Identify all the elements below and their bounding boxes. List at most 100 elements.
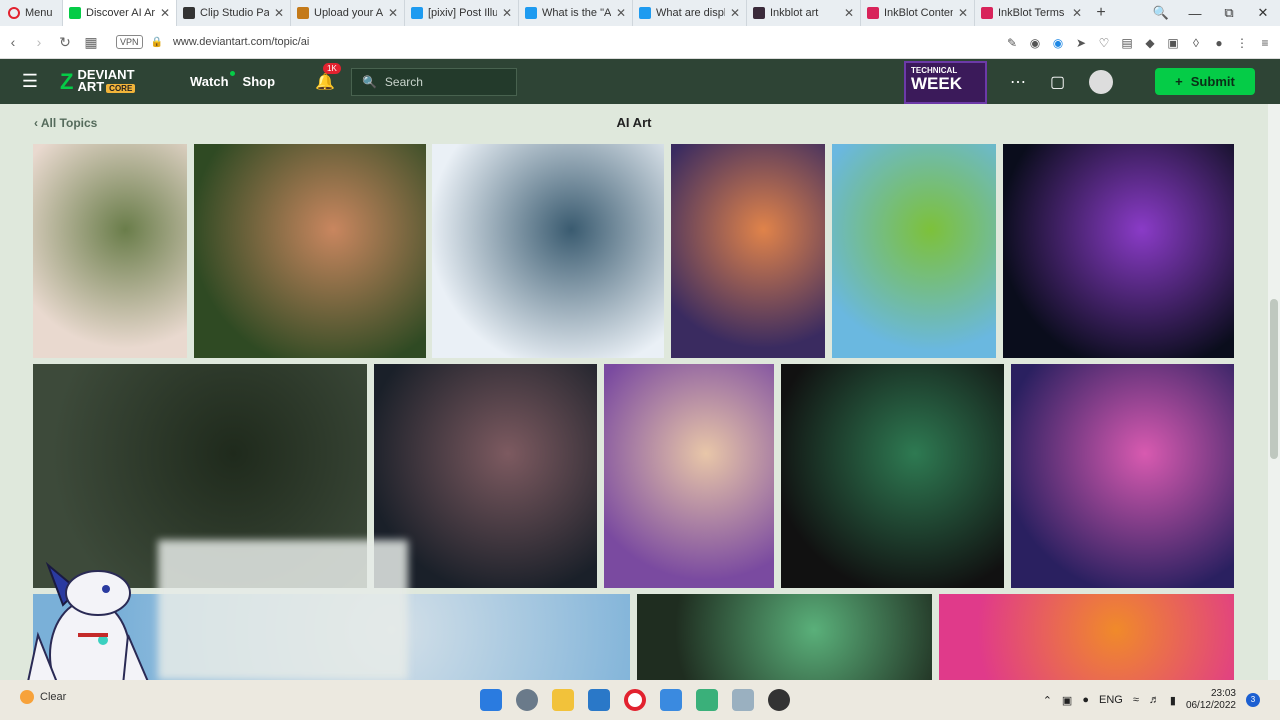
pink-glitch-art[interactable] [939, 594, 1234, 680]
snowy-mountains-art[interactable] [432, 144, 664, 358]
taskbar-apps [480, 680, 790, 720]
browser-tab[interactable]: What are displa ✕ [632, 0, 746, 26]
browser-tab[interactable]: What is the "AI ✕ [518, 0, 632, 26]
back-icon[interactable]: ‹ [0, 34, 26, 50]
tab-close-icon[interactable]: ✕ [502, 6, 512, 20]
adblock-icon[interactable]: ▣ [1166, 36, 1180, 50]
wifi-icon[interactable]: ≈ [1133, 694, 1139, 706]
tab-close-icon[interactable]: ✕ [730, 6, 740, 20]
settings-sliders-icon[interactable]: ≡ [1258, 36, 1272, 50]
tab-close-icon[interactable]: ✕ [1072, 6, 1082, 20]
more-icon[interactable]: ⋯ [1010, 72, 1026, 92]
file-explorer-icon[interactable] [552, 689, 574, 711]
sheep-girl-art[interactable] [33, 144, 187, 358]
page-title: AI Art [616, 115, 652, 130]
browser-tab[interactable]: InkBlot Content ✕ [860, 0, 974, 26]
camera-tray-icon[interactable]: ▣ [1062, 694, 1072, 707]
browser-tab[interactable]: Inkblot art ✕ [746, 0, 860, 26]
tab-label: Inkblot art [770, 7, 819, 19]
tab-label: InkBlot Content [884, 7, 953, 19]
url-field[interactable]: www.deviantart.com/topic/ai [173, 36, 309, 48]
notepad-icon[interactable] [732, 689, 754, 711]
language-indicator[interactable]: ENG [1099, 694, 1123, 706]
search-tabs-icon[interactable]: 🔍 [1144, 5, 1178, 21]
restore-button[interactable]: ⧉ [1212, 5, 1246, 21]
settings-icon[interactable] [516, 689, 538, 711]
tab-close-icon[interactable]: ✕ [958, 6, 968, 20]
app-icon[interactable] [768, 689, 790, 711]
avatar[interactable] [1089, 69, 1114, 94]
todo-icon[interactable] [660, 689, 682, 711]
notification-count-badge[interactable]: 3 [1246, 693, 1260, 707]
camera-icon[interactable]: ◉ [1028, 36, 1042, 50]
reload-icon[interactable]: ↻ [52, 34, 78, 51]
submit-label: Submit [1190, 74, 1235, 89]
windows-start-icon[interactable] [480, 689, 502, 711]
browser-menu-button[interactable]: Menu [0, 0, 62, 26]
tab-favicon-icon [297, 7, 309, 19]
search-input[interactable]: 🔍 Search [350, 67, 517, 96]
shield-check-icon[interactable]: ◉ [1051, 36, 1065, 50]
shop-link[interactable]: Shop [243, 74, 276, 89]
ring-art[interactable] [781, 364, 1004, 588]
watch-dot [229, 71, 235, 76]
smiling-girl-art[interactable] [194, 144, 426, 358]
tab-close-icon[interactable]: ✕ [388, 6, 398, 20]
green-hair-art[interactable] [637, 594, 932, 680]
weather-widget[interactable]: Clear [20, 690, 66, 704]
submit-button[interactable]: + Submit [1155, 68, 1255, 95]
battery-icon[interactable]: ▮ [1170, 694, 1176, 707]
scrollbar-thumb[interactable] [1270, 299, 1278, 459]
browser-tab[interactable]: [pixiv] Post Illus ✕ [404, 0, 518, 26]
hamburger-menu-icon[interactable]: ☰ [0, 71, 60, 92]
tab-label: InkBlot Terms o [998, 7, 1067, 19]
vpn-badge[interactable]: VPN [116, 35, 143, 49]
watch-link[interactable]: Watch [190, 71, 235, 89]
heart-icon[interactable]: ♡ [1097, 36, 1111, 50]
search-placeholder: Search [384, 74, 423, 89]
opera-icon[interactable] [624, 689, 646, 711]
clock[interactable]: 23:03 06/12/2022 [1186, 688, 1236, 712]
cottage-meadow-art[interactable] [832, 144, 996, 358]
lock-icon[interactable]: 🔒 [151, 37, 163, 48]
close-window-button[interactable]: ✕ [1246, 5, 1280, 21]
clock-time: 23:03 [1210, 688, 1236, 699]
chevron-up-icon[interactable]: ⌃ [1043, 694, 1052, 707]
tab-close-icon[interactable]: ✕ [616, 6, 626, 20]
watch-label: Watch [190, 74, 229, 89]
hooded-woman-art[interactable] [671, 144, 825, 358]
send-icon[interactable]: ➤ [1074, 36, 1088, 50]
minimize-button[interactable]: — [1178, 6, 1212, 21]
deviantart-logo[interactable]: Z DEVIANT ART CORE [60, 68, 180, 95]
easy-setup-icon[interactable]: ⋮ [1235, 36, 1249, 50]
tab-close-icon[interactable]: ✕ [160, 6, 170, 20]
tab-close-icon[interactable]: ✕ [844, 6, 854, 20]
browser-tab[interactable]: Clip Studio Paint ✕ [176, 0, 290, 26]
layers-app-icon[interactable] [696, 689, 718, 711]
dragon-art[interactable] [1003, 144, 1234, 358]
sidebar-icon[interactable]: ▤ [1120, 36, 1134, 50]
menu-label: Menu [25, 7, 53, 19]
scrollbar[interactable] [1268, 104, 1280, 680]
witch-art[interactable] [604, 364, 774, 588]
technical-week-banner[interactable]: TECHNICAL WEEK [904, 61, 987, 104]
forward-icon[interactable]: › [26, 34, 52, 50]
extension-icon[interactable]: ◆ [1143, 36, 1157, 50]
edit-icon[interactable]: ✎ [1005, 36, 1019, 50]
tabs-grid-icon[interactable]: ▦ [78, 34, 104, 51]
browser-tab[interactable]: Discover AI Art ✕ [62, 0, 176, 26]
messages-icon[interactable]: ▢ [1050, 72, 1065, 92]
volume-icon[interactable]: ♬ [1149, 694, 1160, 706]
mail-icon[interactable] [588, 689, 610, 711]
tab-favicon-icon [183, 7, 195, 19]
browser-tab[interactable]: InkBlot Terms o ✕ [974, 0, 1088, 26]
cube-icon[interactable]: ◊ [1189, 36, 1203, 50]
astronaut-art[interactable] [1011, 364, 1234, 588]
tab-close-icon[interactable]: ✕ [274, 6, 284, 20]
browser-tab[interactable]: Upload your Ar ✕ [290, 0, 404, 26]
microphone-icon[interactable]: ● [1082, 694, 1089, 706]
tab-favicon-icon [69, 7, 81, 19]
profile-icon[interactable]: ● [1212, 36, 1226, 50]
notifications-button[interactable]: 🔔 1K [315, 62, 341, 92]
new-tab-button[interactable]: + [1088, 4, 1114, 22]
